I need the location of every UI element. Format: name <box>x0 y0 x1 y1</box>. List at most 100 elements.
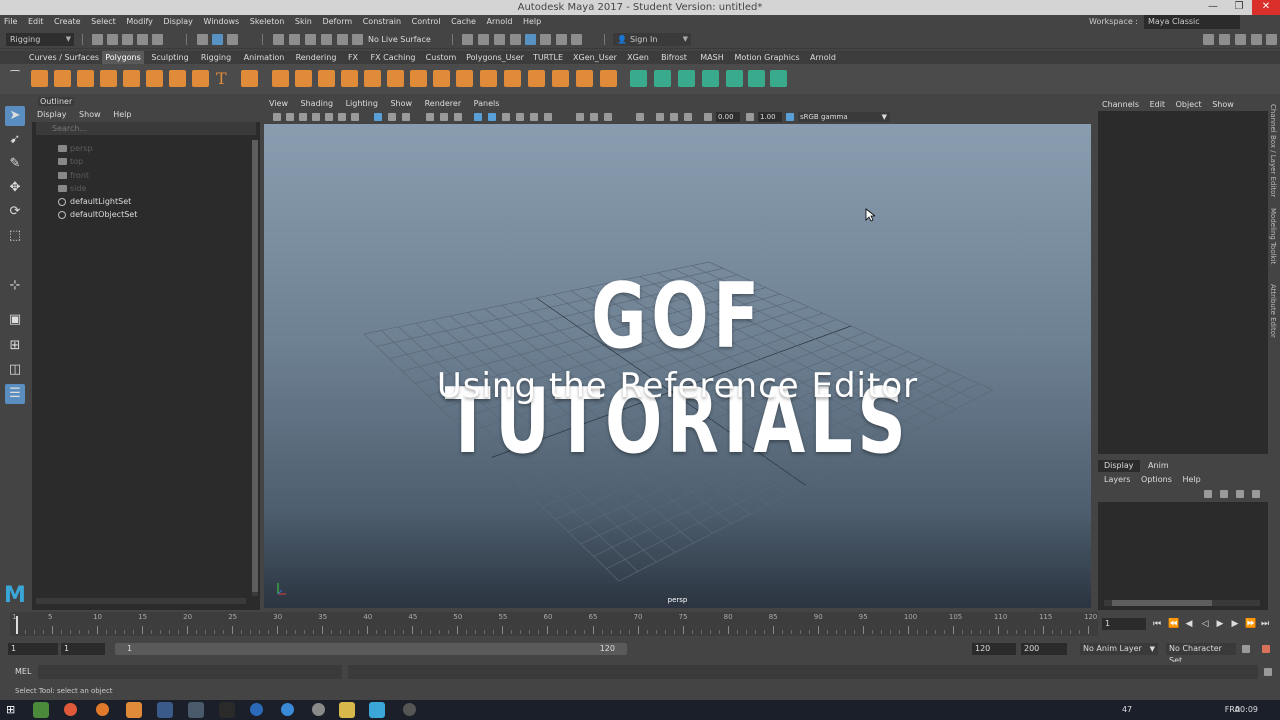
shelf-tab-bifrost[interactable]: Bifrost <box>658 51 690 64</box>
windows-start-icon[interactable]: ⊞ <box>6 704 18 716</box>
uv-unfold-icon[interactable] <box>770 70 787 87</box>
xray-joints-icon[interactable] <box>670 113 678 121</box>
outliner-horizontal-scrollbar[interactable] <box>36 598 246 604</box>
minimize-button[interactable]: — <box>1200 0 1226 15</box>
workspace-dropdown[interactable]: Maya Classic <box>1144 15 1240 29</box>
app-icon-10[interactable] <box>312 703 325 716</box>
script-editor-icon[interactable] <box>1264 668 1272 676</box>
color-management-icon[interactable] <box>786 113 794 121</box>
channel-box-icon[interactable] <box>1266 34 1277 45</box>
select-tool-icon[interactable]: ➤ <box>5 106 25 126</box>
motion-blur-icon[interactable] <box>590 113 598 121</box>
step-forward-key-icon[interactable]: ⏩ <box>1245 619 1256 629</box>
menu-windows[interactable]: Windows <box>199 15 243 29</box>
layout-two-icon[interactable]: ◫ <box>5 360 25 380</box>
tool-settings-icon[interactable] <box>1251 34 1262 45</box>
film-gate-icon[interactable] <box>374 113 382 121</box>
anti-aliasing-icon[interactable] <box>604 113 612 121</box>
shelf-tab-polygons[interactable]: Polygons <box>102 51 144 64</box>
paint-select-icon[interactable]: ✎ <box>5 154 25 174</box>
app-icon-7[interactable] <box>219 702 235 718</box>
play-backward-icon[interactable]: ◁ <box>1200 619 1210 629</box>
side-tab-channel-box[interactable]: Channel Box / Layer Editor <box>1269 104 1277 197</box>
character-controls-icon[interactable] <box>1219 34 1230 45</box>
layer-horizontal-scrollbar[interactable] <box>1104 600 1260 606</box>
file-explorer-icon[interactable] <box>339 702 355 718</box>
layer-menu-options[interactable]: Options <box>1141 475 1172 484</box>
gamma-icon[interactable] <box>746 113 754 121</box>
render-view-icon[interactable] <box>525 34 536 45</box>
pause-viewport-icon[interactable] <box>556 34 567 45</box>
menu-file[interactable]: File <box>0 15 21 29</box>
cylindrical-mapping-icon[interactable] <box>654 70 671 87</box>
snap-curve-icon[interactable] <box>289 34 300 45</box>
viewport-menu-shading[interactable]: Shading <box>296 98 339 110</box>
app-icon-8[interactable] <box>250 703 263 716</box>
render-ipr-icon[interactable] <box>478 34 489 45</box>
snap-grid-icon[interactable] <box>273 34 284 45</box>
sign-in-button[interactable]: 👤 Sign In ▼ <box>613 33 691 46</box>
bookmarks-icon[interactable] <box>299 113 307 121</box>
menu-create[interactable]: Create <box>50 15 85 29</box>
separate-icon[interactable] <box>295 70 312 87</box>
channel-menu-show[interactable]: Show <box>1212 100 1234 109</box>
side-tab-attribute-editor[interactable]: Attribute Editor <box>1269 284 1277 338</box>
animation-preferences-icon[interactable] <box>1262 645 1270 653</box>
layer-tab-display[interactable]: Display <box>1098 460 1140 472</box>
pause-icon[interactable] <box>571 34 582 45</box>
select-hierarchy-icon[interactable] <box>197 34 208 45</box>
new-scene-icon[interactable] <box>92 34 103 45</box>
uv-layout-icon[interactable] <box>748 70 765 87</box>
menu-arnold[interactable]: Arnold <box>483 15 517 29</box>
shelf-tab-turtle[interactable]: TURTLE <box>532 51 564 64</box>
shelf-tab-curves-surfaces[interactable]: Curves / Surfaces <box>28 51 100 64</box>
shelf-tab-sculpting[interactable]: Sculpting <box>148 51 192 64</box>
layer-menu-help[interactable]: Help <box>1182 475 1200 484</box>
resolution-gate-icon[interactable] <box>388 113 396 121</box>
poly-torus-icon[interactable] <box>146 70 163 87</box>
command-input[interactable] <box>38 665 342 679</box>
chrome-icon[interactable] <box>64 703 77 716</box>
shadows-icon[interactable] <box>544 113 552 121</box>
smooth-shade-icon[interactable] <box>488 113 496 121</box>
firefox-icon[interactable] <box>96 703 109 716</box>
ambient-occlusion-icon[interactable] <box>576 113 584 121</box>
redo-icon[interactable] <box>152 34 163 45</box>
app-icon-6[interactable] <box>188 702 204 718</box>
playback-start-field[interactable]: 1 <box>61 643 105 655</box>
menu-skin[interactable]: Skin <box>291 15 316 29</box>
offset-edge-loop-icon[interactable] <box>528 70 545 87</box>
menu-control[interactable]: Control <box>408 15 445 29</box>
rotate-tool-icon[interactable]: ⟳ <box>5 202 25 222</box>
poly-cylinder-icon[interactable] <box>77 70 94 87</box>
poly-cone-icon[interactable] <box>100 70 117 87</box>
anim-layer-dropdown[interactable]: No Anim Layer ▼ <box>1080 643 1158 655</box>
use-lights-icon[interactable] <box>530 113 538 121</box>
menu-select[interactable]: Select <box>87 15 120 29</box>
make-live-icon[interactable] <box>352 34 363 45</box>
scale-tool-icon[interactable]: ⬚ <box>5 226 25 246</box>
viewport-menu-show[interactable]: Show <box>385 98 417 110</box>
maya-taskbar-icon[interactable] <box>369 702 385 718</box>
close-button[interactable]: ✕ <box>1252 0 1280 15</box>
automatic-mapping-icon[interactable] <box>702 70 719 87</box>
app-icon-5[interactable] <box>157 702 173 718</box>
poly-svg-icon[interactable] <box>241 70 258 87</box>
fill-hole-icon[interactable] <box>552 70 569 87</box>
move-layer-down-icon[interactable] <box>1220 490 1228 498</box>
taskbar-clock[interactable]: 00:09 <box>1235 705 1258 714</box>
side-tab-modeling-toolkit[interactable]: Modeling Toolkit <box>1269 208 1277 264</box>
scrollbar-thumb[interactable] <box>252 140 258 592</box>
attribute-editor-icon[interactable] <box>1235 34 1246 45</box>
snap-view-icon[interactable] <box>321 34 332 45</box>
boolean-icon[interactable] <box>341 70 358 87</box>
viewport-menu-lighting[interactable]: Lighting <box>341 98 383 110</box>
camera-attributes-icon[interactable] <box>286 113 294 121</box>
shelf-tab-arnold[interactable]: Arnold <box>806 51 840 64</box>
outliner-item-defaultlightset[interactable]: defaultLightSet <box>32 195 252 208</box>
select-object-icon[interactable] <box>212 34 223 45</box>
planar-mapping-icon[interactable] <box>630 70 647 87</box>
extrude-icon[interactable] <box>387 70 404 87</box>
vlc-icon[interactable] <box>126 702 142 718</box>
gamma-field[interactable]: 1.00 <box>758 112 782 122</box>
